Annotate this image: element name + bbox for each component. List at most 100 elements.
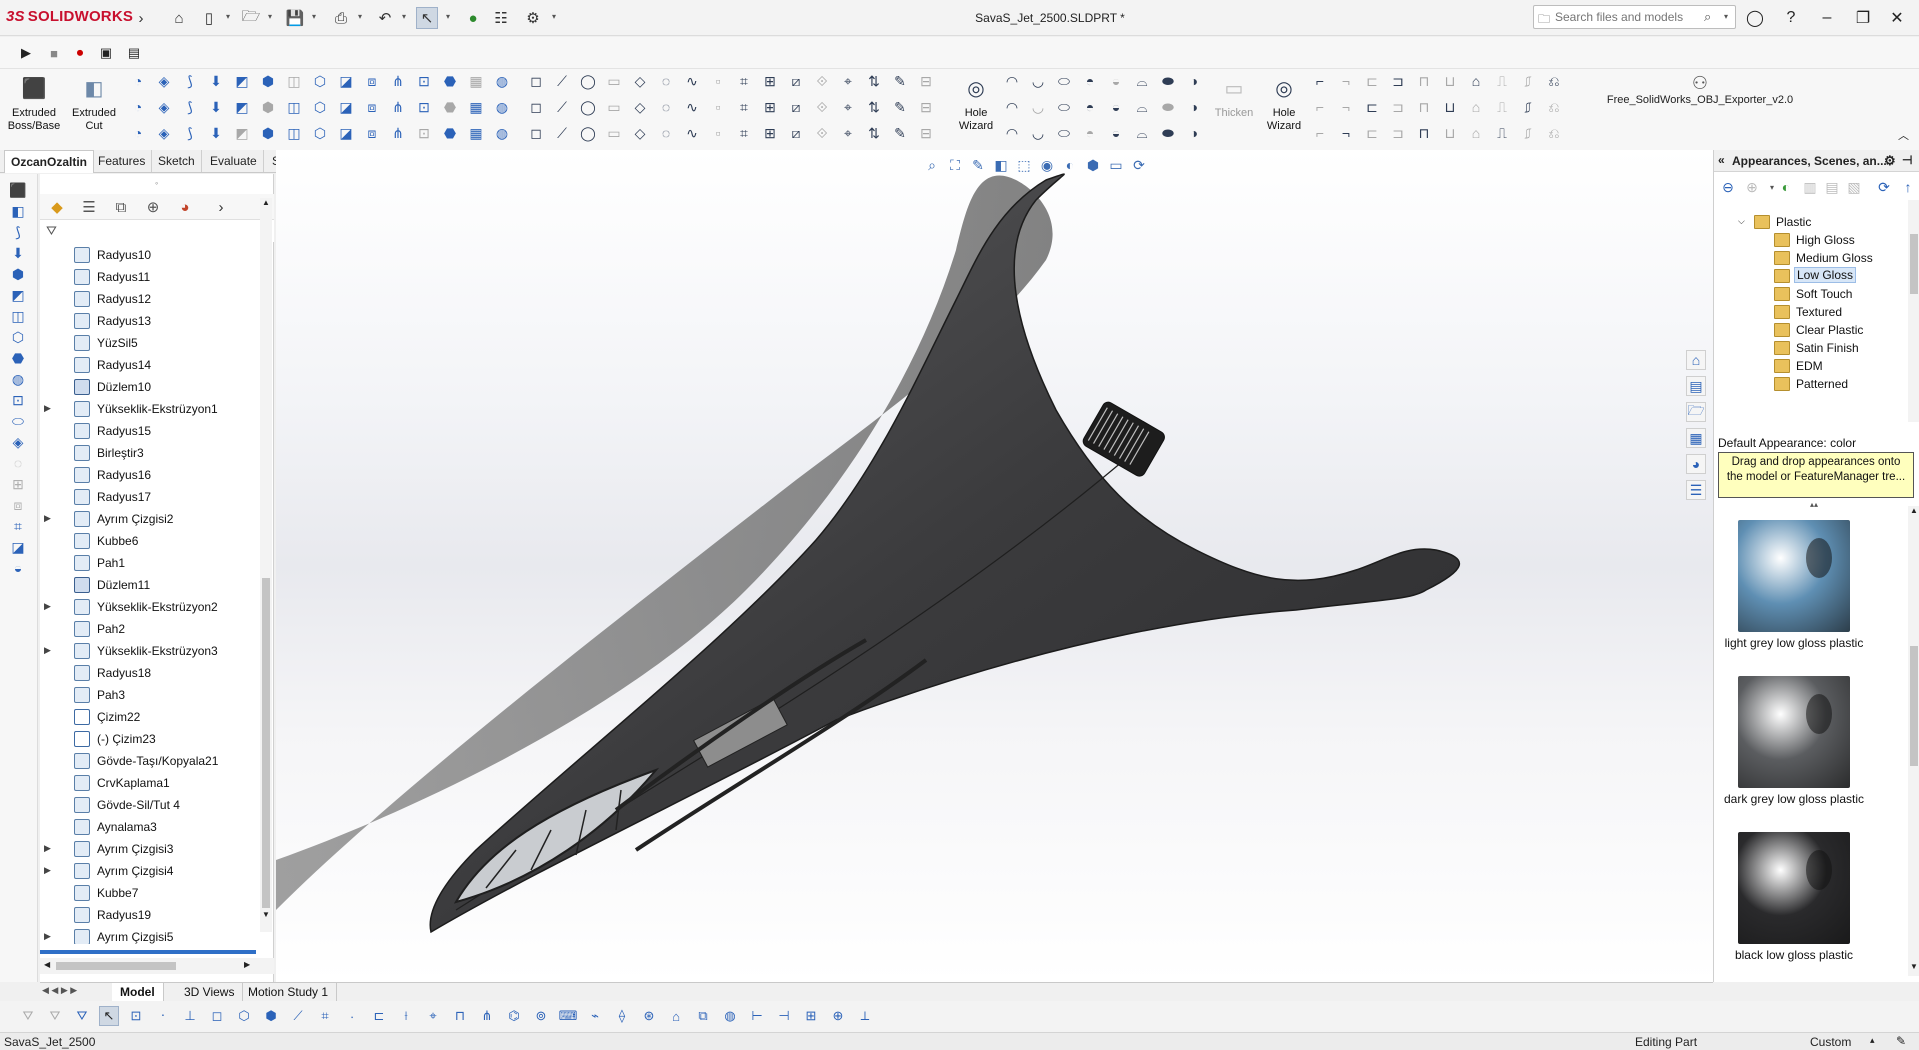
sketch-tool-3-icon[interactable]: ▭: [604, 71, 624, 91]
feature-tool-23-icon[interactable]: ◪: [336, 97, 356, 117]
options-gear-icon[interactable]: ⚙: [522, 7, 544, 29]
feature-tool-25-icon[interactable]: ⋔: [388, 97, 408, 117]
shortcut-tool-13-icon[interactable]: ◌: [8, 453, 28, 473]
selection-filter-24-icon[interactable]: ⌂: [666, 1006, 686, 1026]
selection-filter-2-icon[interactable]: ⛛: [72, 1006, 92, 1026]
selection-filter-1-icon[interactable]: ⛛: [45, 1006, 65, 1026]
edit-macro-icon[interactable]: ▣: [96, 43, 116, 63]
sketch-tool-34-icon[interactable]: ◯: [578, 123, 598, 143]
shortcut-tool-3-icon[interactable]: ⬇: [8, 243, 28, 263]
sketch-tool-0-icon[interactable]: ◻: [526, 71, 546, 91]
tree-row[interactable]: Radyus12: [40, 288, 260, 310]
surface-tool-10-icon[interactable]: ⬭: [1054, 97, 1074, 117]
selection-filter-11-icon[interactable]: ⌗: [315, 1006, 335, 1026]
selection-filter-31-icon[interactable]: ⟂: [855, 1006, 875, 1026]
sketch-tool-45-icon[interactable]: ⇅: [864, 123, 884, 143]
options-dropdown-icon[interactable]: ▾: [552, 12, 560, 21]
feature-tool-43-icon[interactable]: ▦: [466, 123, 486, 143]
feature-tool-28-icon[interactable]: ▦: [466, 97, 486, 117]
sheetmetal-tool-1-icon[interactable]: ¬: [1336, 71, 1356, 91]
sketch-tool-2-icon[interactable]: ◯: [578, 71, 598, 91]
selection-filter-4-icon[interactable]: ⊡: [126, 1006, 146, 1026]
sketch-tool-4-icon[interactable]: ◇: [630, 71, 650, 91]
surface-tool-3-icon[interactable]: ◓: [1080, 71, 1100, 91]
extruded-cut-button[interactable]: ◧ Extruded Cut: [66, 73, 122, 141]
shortcut-tool-6-icon[interactable]: ◫: [8, 306, 28, 326]
print-icon[interactable]: ⎙: [330, 7, 352, 29]
hole-wizard-button-2[interactable]: ◎ Hole Wizard: [1256, 73, 1312, 141]
feature-tool-7-icon[interactable]: ⬡: [310, 71, 330, 91]
feature-tool-2-icon[interactable]: ⟆: [180, 71, 200, 91]
selection-filter-21-icon[interactable]: ⌁: [585, 1006, 605, 1026]
folder-new-icon[interactable]: ▤: [1822, 177, 1842, 197]
feature-tool-26-icon[interactable]: ⊡: [414, 97, 434, 117]
sheetmetal-tool-10-icon[interactable]: ⌐: [1310, 97, 1330, 117]
sketch-tool-42-icon[interactable]: ⧄: [786, 123, 806, 143]
tree-row[interactable]: Radyus15: [40, 420, 260, 442]
sketch-tool-14-icon[interactable]: ✎: [890, 71, 910, 91]
undo-dropdown-icon[interactable]: ▾: [402, 12, 410, 21]
save-dropdown-icon[interactable]: ▾: [312, 12, 320, 21]
tab-evaluate[interactable]: Evaluate: [204, 150, 264, 172]
surface-tool-18-icon[interactable]: ⬭: [1054, 123, 1074, 143]
feature-tool-34-icon[interactable]: ◩: [232, 123, 252, 143]
feature-tool-16-icon[interactable]: ◈: [154, 97, 174, 117]
open-folder-icon[interactable]: 🗁: [240, 7, 262, 29]
selection-filter-5-icon[interactable]: ⋅: [153, 1006, 173, 1026]
sketch-tool-21-icon[interactable]: ◌: [656, 97, 676, 117]
surface-tool-2-icon[interactable]: ⬭: [1054, 71, 1074, 91]
sketch-tool-10-icon[interactable]: ⧄: [786, 71, 806, 91]
surface-tool-17-icon[interactable]: ◡: [1028, 123, 1048, 143]
feature-tool-42-icon[interactable]: ⬣: [440, 123, 460, 143]
sheetmetal-tool-9-icon[interactable]: ⎌: [1544, 71, 1564, 91]
stop-icon[interactable]: ■: [44, 43, 64, 63]
sketch-tool-35-icon[interactable]: ▭: [604, 123, 624, 143]
tree-row[interactable]: Kubbe7: [40, 882, 260, 904]
sketch-tool-44-icon[interactable]: ⌖: [838, 123, 858, 143]
tree-horizontal-scrollbar[interactable]: ◀ ▶: [40, 958, 274, 974]
sheetmetal-tool-2-icon[interactable]: ⊏: [1362, 71, 1382, 91]
feature-tool-4-icon[interactable]: ◩: [232, 71, 252, 91]
sketch-tool-32-icon[interactable]: ◻: [526, 123, 546, 143]
swatch-scroll-up-icon[interactable]: ▲: [1910, 506, 1918, 515]
add-file-icon[interactable]: ▧: [1844, 177, 1864, 197]
feature-tool-29-icon[interactable]: ◍: [492, 97, 512, 117]
selection-filter-26-icon[interactable]: ◍: [720, 1006, 740, 1026]
back-icon[interactable]: ⊖: [1718, 177, 1738, 197]
model-tab-3d-views[interactable]: 3D Views: [176, 983, 244, 1001]
surface-tool-15-icon[interactable]: ◑: [1184, 97, 1204, 117]
tree-filter[interactable]: ⛛: [40, 220, 274, 242]
surface-tool-20-icon[interactable]: ◒: [1106, 123, 1126, 143]
selection-filter-12-icon[interactable]: ∙: [342, 1006, 362, 1026]
scroll-up-icon[interactable]: ▲: [262, 198, 270, 207]
selection-filter-20-icon[interactable]: ⌨: [558, 1006, 578, 1026]
sheetmetal-tool-22-icon[interactable]: ⊏: [1362, 123, 1382, 143]
shortcut-tool-12-icon[interactable]: ◈: [8, 432, 28, 452]
scroll-down-icon[interactable]: ▼: [262, 910, 270, 919]
selection-filter-7-icon[interactable]: ◻: [207, 1006, 227, 1026]
surface-tool-23-icon[interactable]: ◑: [1184, 123, 1204, 143]
feature-tool-20-icon[interactable]: ⬢: [258, 97, 278, 117]
tree-row[interactable]: Düzlem10: [40, 376, 260, 398]
sketch-tool-19-icon[interactable]: ▭: [604, 97, 624, 117]
sketch-tool-23-icon[interactable]: ▫: [708, 97, 728, 117]
appearance-swatch[interactable]: black low gloss plastic: [1714, 826, 1908, 976]
solidworks-logo[interactable]: 3S SOLIDWORKS: [6, 8, 133, 25]
extruded-boss-button[interactable]: ⬛ Extruded Boss/Base: [6, 73, 62, 141]
play-icon[interactable]: ▶: [16, 43, 36, 63]
restore-icon[interactable]: ❐: [1848, 6, 1878, 30]
feature-tool-15-icon[interactable]: ◔: [128, 97, 148, 117]
minimize-icon[interactable]: –: [1812, 6, 1842, 30]
feature-tool-10-icon[interactable]: ⋔: [388, 71, 408, 91]
selection-filter-17-icon[interactable]: ⋔: [477, 1006, 497, 1026]
tree-row[interactable]: Düzlem11: [40, 574, 260, 596]
units-selector[interactable]: Custom: [1810, 1035, 1851, 1049]
feature-tool-13-icon[interactable]: ▦: [466, 71, 486, 91]
sketch-tool-33-icon[interactable]: ⟋: [552, 123, 572, 143]
appearance-tree-thumb[interactable]: [1910, 234, 1918, 294]
tree-scroll-thumb[interactable]: [262, 578, 270, 908]
forward-icon[interactable]: ⊕: [1742, 177, 1762, 197]
surface-tool-22-icon[interactable]: ⬬: [1158, 123, 1178, 143]
more-tabs-icon[interactable]: ›: [206, 197, 236, 217]
sketch-tool-22-icon[interactable]: ∿: [682, 97, 702, 117]
